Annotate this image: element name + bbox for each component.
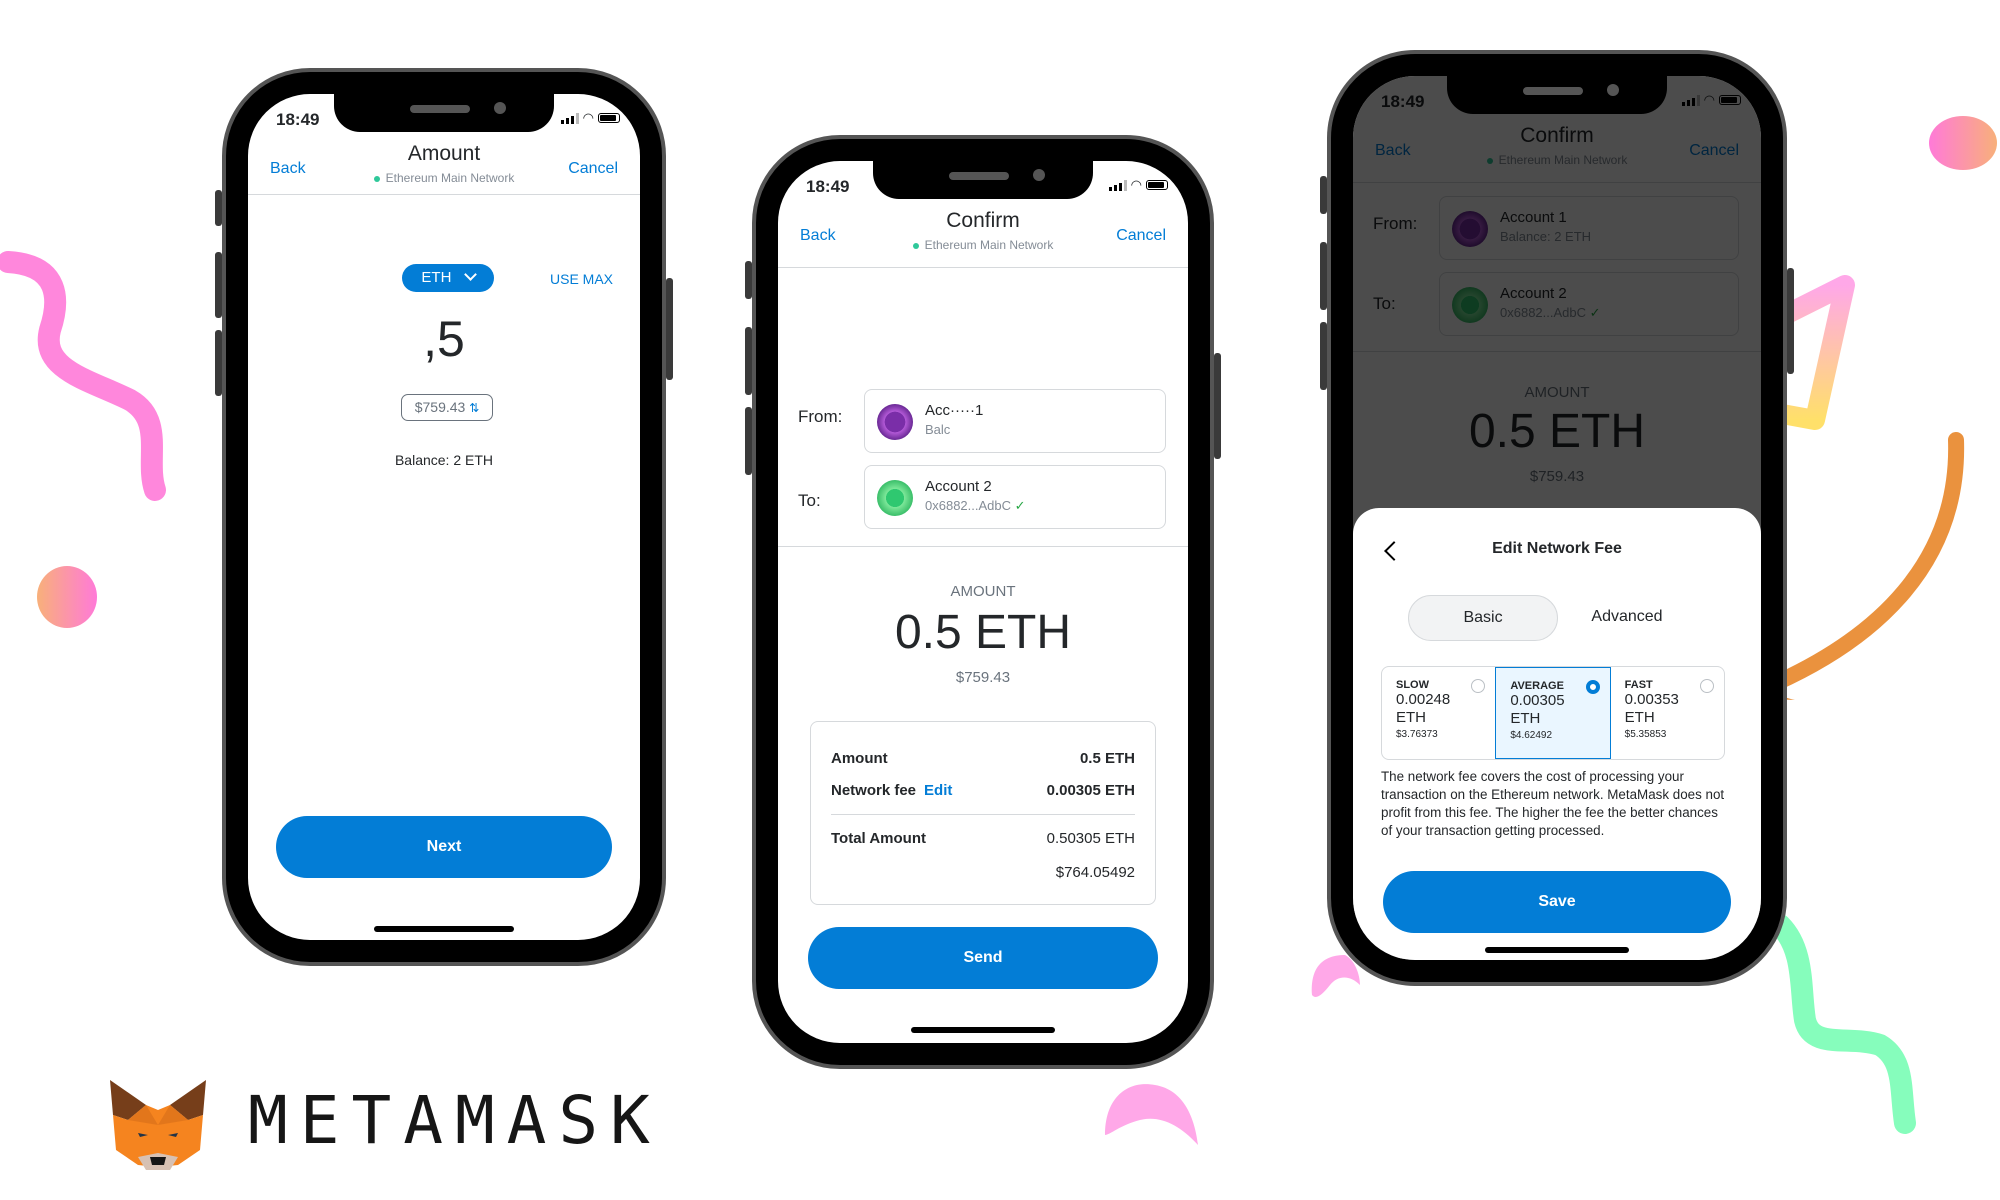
amount-value: 0.5 ETH	[894, 606, 1072, 659]
peach-blob-right	[1929, 116, 1997, 170]
radio-average[interactable]	[1585, 680, 1600, 694]
balance-label: Balance: 2 ETH	[394, 452, 494, 468]
metamask-fox-icon	[110, 1080, 206, 1170]
green-squiggle	[1769, 914, 1916, 1134]
verified-check-icon: ✓	[1014, 498, 1026, 513]
fee-options: SLOW 0.00248 ETH $3.76373 AVERAGE 0.0030…	[1381, 666, 1725, 760]
total-fiat: $764.05492	[1055, 864, 1135, 881]
metamask-wordmark: METAMASK	[248, 1082, 662, 1159]
pink-squiggle	[0, 251, 166, 501]
fee-option-slow[interactable]: SLOW 0.00248 ETH $3.76373	[1382, 667, 1495, 759]
home-indicator	[1485, 947, 1629, 953]
to-account-name: Account 2	[925, 478, 992, 495]
edit-fee-link[interactable]: Edit	[924, 782, 952, 799]
account-2-avatar	[877, 480, 913, 516]
account-1-avatar	[877, 404, 913, 440]
peach-blob-left	[37, 566, 97, 628]
chevron-down-icon	[463, 268, 477, 281]
phone-confirm-screen: 18:49 ◠ Back Confirm Ethereum Main Netwo…	[745, 135, 1221, 1069]
cancel-button[interactable]: Cancel	[1116, 227, 1166, 245]
swap-icon: ⇅	[469, 401, 480, 415]
home-indicator	[374, 926, 514, 932]
amount-fiat: $759.43	[955, 669, 1011, 686]
amount-screen: 18:49 ◠ Back Amount Ethereum Main Networ…	[248, 94, 640, 940]
wifi-icon: ◠	[1130, 177, 1142, 192]
battery-icon	[598, 113, 620, 123]
divider	[778, 546, 1188, 547]
sheet-title: Edit Network Fee	[1492, 540, 1622, 557]
battery-icon	[1146, 180, 1168, 190]
nav-header: Back Amount Ethereum Main Network Cancel	[248, 140, 640, 195]
signal-icon	[560, 112, 579, 124]
summary-divider	[831, 814, 1135, 815]
to-label: To:	[798, 491, 821, 510]
use-max-button[interactable]: USE MAX	[550, 271, 613, 287]
fee-description: The network fee covers the cost of proce…	[1381, 769, 1725, 838]
tab-basic[interactable]: Basic	[1408, 595, 1558, 641]
radio-fast[interactable]	[1699, 679, 1714, 693]
status-time: 18:49	[276, 110, 320, 129]
pink-arch-left	[1311, 955, 1360, 997]
summary-amount-label: Amount	[831, 750, 888, 767]
pink-arch-bottom	[1105, 1084, 1198, 1145]
wifi-icon: ◠	[582, 110, 594, 125]
from-account-name: Acc·····1	[925, 402, 984, 419]
network-status-dot	[912, 242, 919, 249]
phone-amount-screen: 18:49 ◠ Back Amount Ethereum Main Networ…	[215, 68, 673, 966]
network-fee-label: Network fee	[831, 782, 917, 799]
fiat-toggle[interactable]: $759.43 ⇅	[401, 394, 493, 421]
network-fee-value: 0.00305 ETH	[1046, 782, 1135, 799]
network-status-dot	[373, 175, 380, 182]
summary-amount-value: 0.5 ETH	[1079, 750, 1135, 767]
fee-option-fast[interactable]: FAST 0.00353 ETH $5.35853	[1611, 667, 1724, 759]
asset-selector[interactable]: ETH	[402, 264, 494, 292]
nav-header: Back Confirm Ethereum Main Network Cance…	[778, 207, 1188, 268]
home-indicator	[911, 1027, 1055, 1033]
save-button[interactable]: Save	[1383, 871, 1731, 933]
total-eth: 0.50305 ETH	[1046, 830, 1135, 847]
amount-input[interactable]: ,5	[248, 310, 640, 368]
edit-fee-screen: 18:49 ◠ Back Confirm Ethereum Main Netwo…	[1353, 76, 1761, 960]
total-amount-label: Total Amount	[831, 830, 926, 847]
next-button[interactable]: Next	[276, 816, 612, 878]
phone-edit-fee-screen: 18:49 ◠ Back Confirm Ethereum Main Netwo…	[1320, 50, 1794, 986]
from-account-balance: Balc	[925, 422, 951, 437]
transaction-summary: Amount 0.5 ETH Network fee Edit 0.00305 ETH…	[810, 721, 1156, 905]
confirm-screen: 18:49 ◠ Back Confirm Ethereum Main Netwo…	[778, 161, 1188, 1043]
orange-arrow	[1752, 432, 1965, 698]
status-time: 18:49	[806, 177, 850, 196]
to-account-card[interactable]: Account 2 0x6882...AdbC ✓	[864, 465, 1166, 529]
amount-heading: AMOUNT	[950, 583, 1016, 600]
edit-network-fee-sheet: Edit Network Fee Basic Advanced SLOW 0.0…	[1353, 508, 1761, 960]
fee-option-average[interactable]: AVERAGE 0.00305 ETH $4.62492	[1495, 667, 1611, 759]
signal-icon	[1108, 179, 1127, 191]
from-label: From:	[798, 407, 843, 426]
from-account-card[interactable]: Acc·····1 Balc	[864, 389, 1166, 453]
to-account-address: 0x6882...AdbC	[925, 498, 1012, 513]
send-button[interactable]: Send	[808, 927, 1158, 989]
tab-advanced[interactable]: Advanced	[1563, 595, 1691, 639]
cancel-button[interactable]: Cancel	[568, 160, 618, 178]
